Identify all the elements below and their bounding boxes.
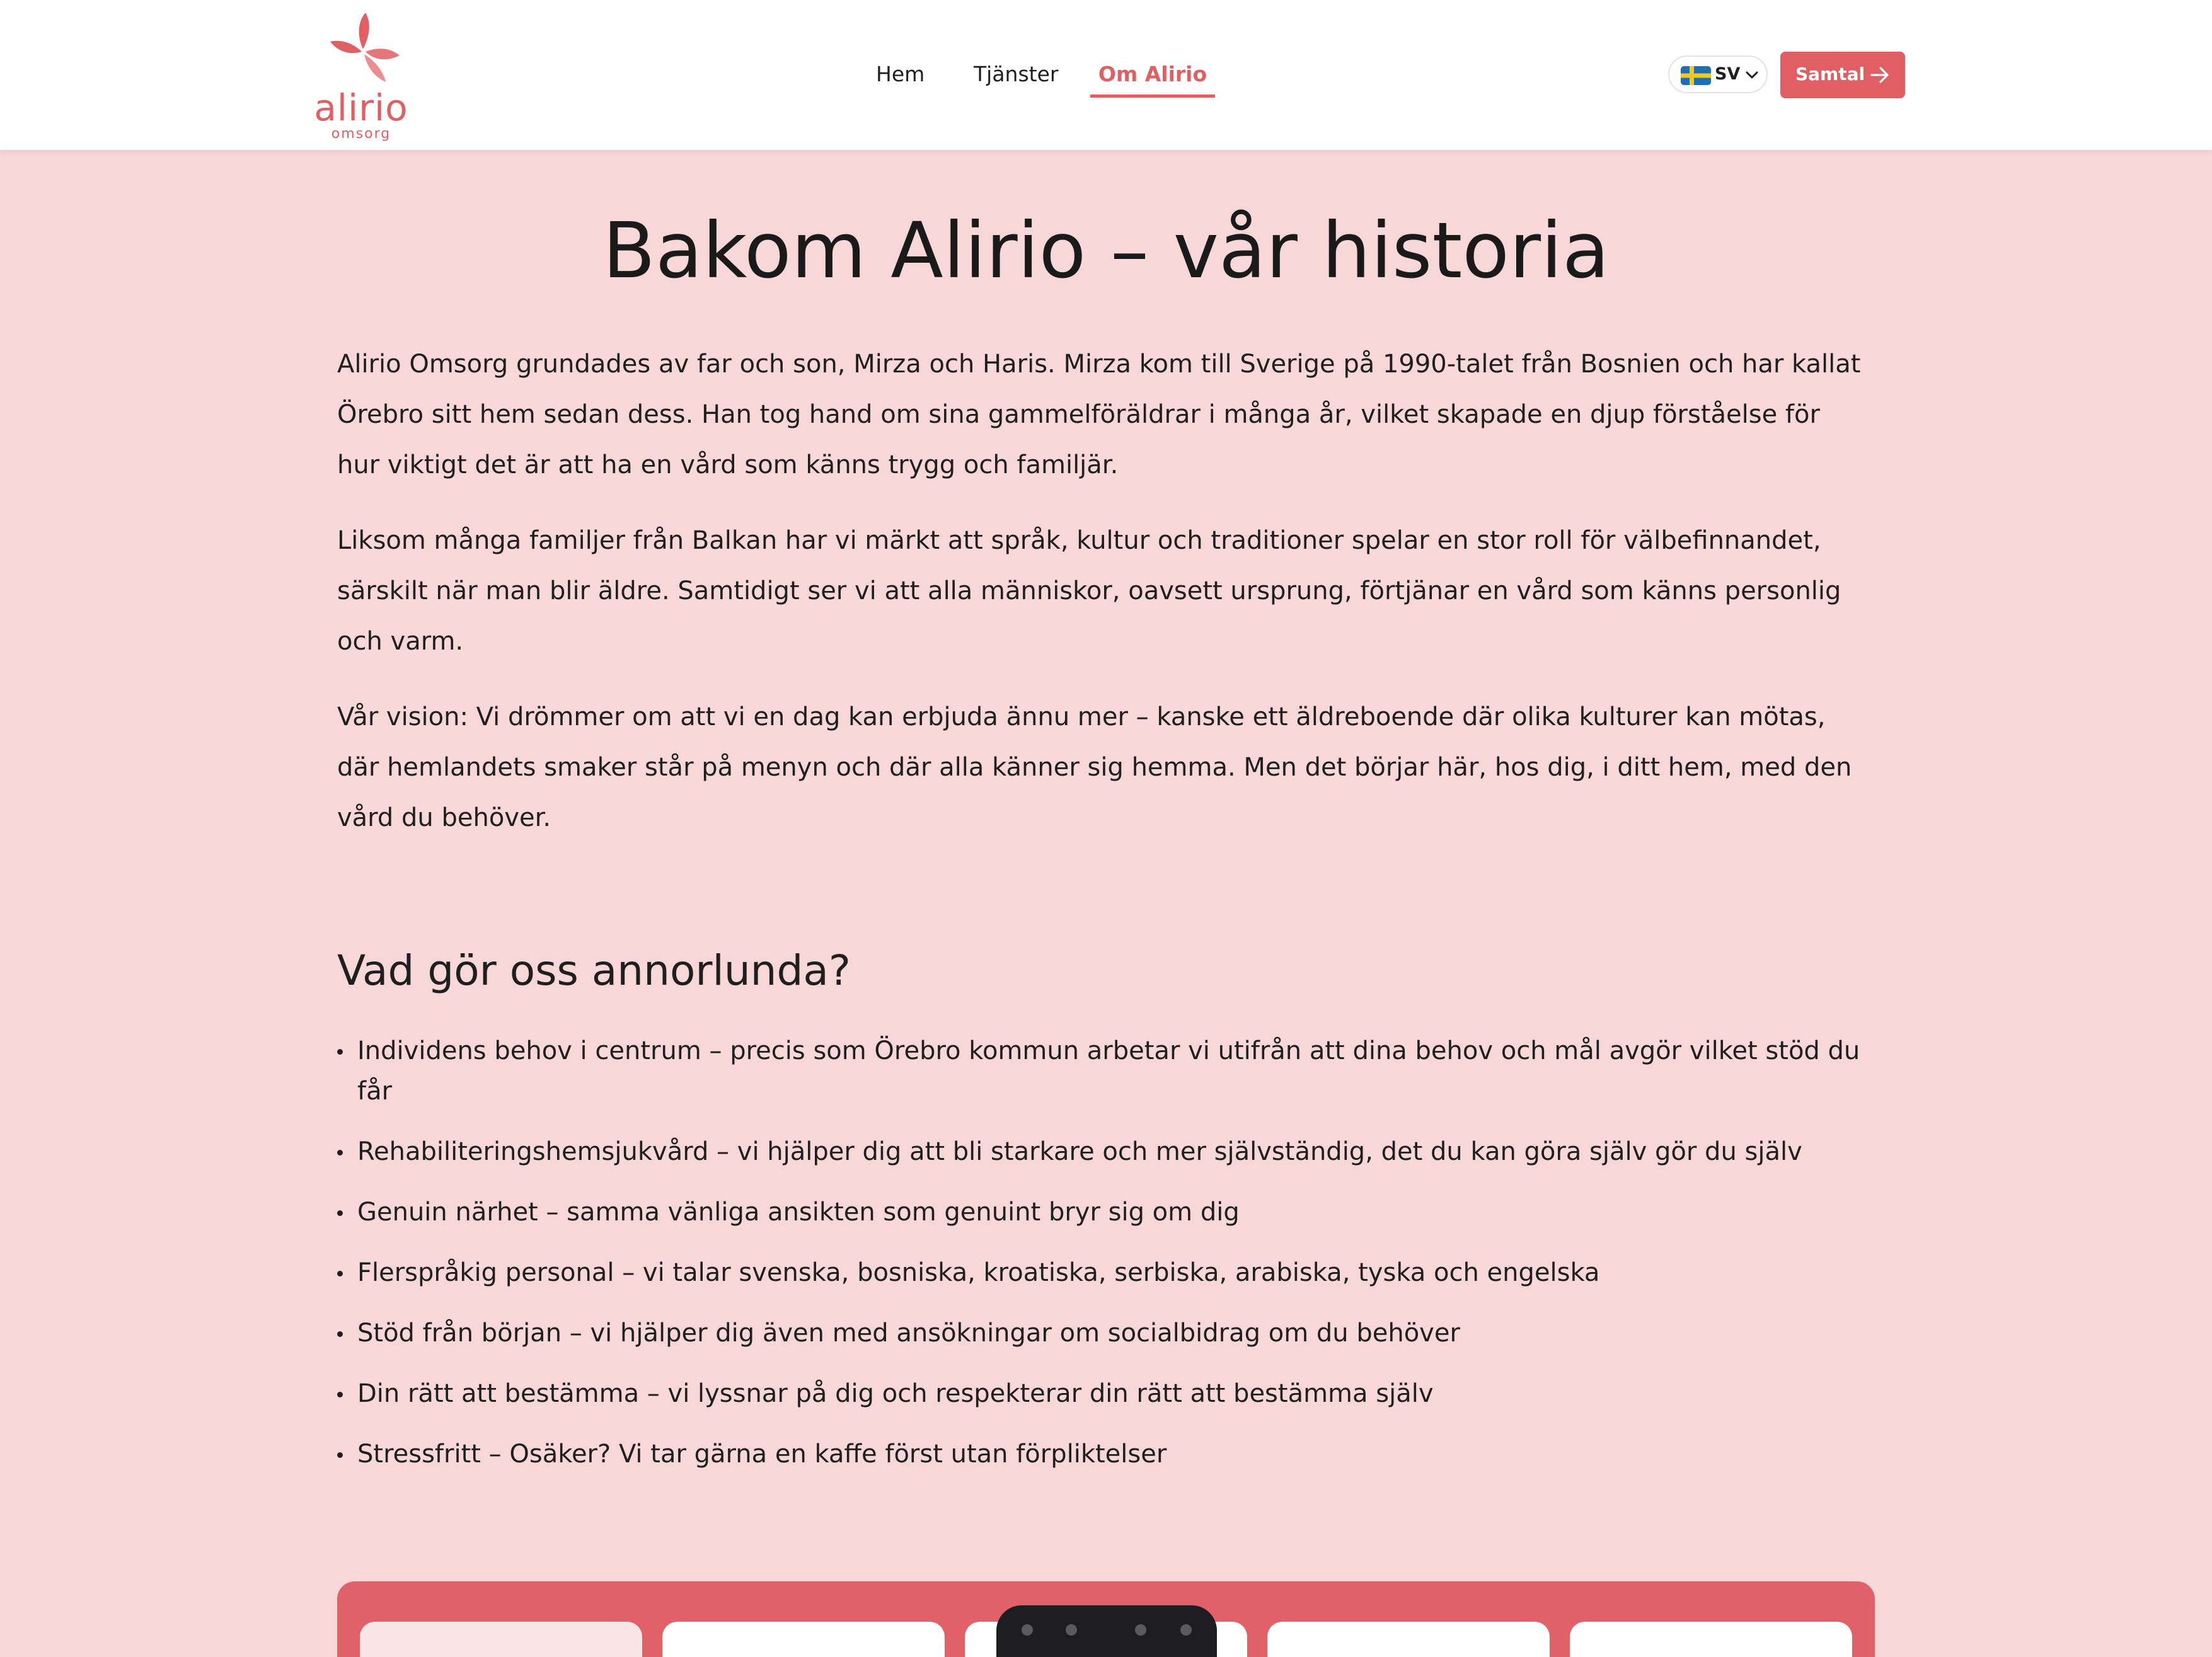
bullet-dot: [337, 1049, 343, 1055]
feature-text: Individens behov i centrum – precis som …: [357, 1036, 1860, 1106]
list-item: Stressfritt – Osäker? Vi tar gärna en ka…: [337, 1434, 1875, 1474]
language-selector[interactable]: SV: [1668, 55, 1768, 93]
story-paragraph-2: Liksom många familjer från Balkan har vi…: [337, 526, 1841, 656]
chevron-down-icon: [1746, 71, 1758, 79]
team-card-strip: [337, 1581, 1875, 1657]
feature-text: Din rätt att bestämma – vi lyssnar på di…: [357, 1379, 1434, 1408]
call-button-label: Samtal: [1795, 64, 1865, 84]
list-item: Din rätt att bestämma – vi lyssnar på di…: [337, 1373, 1875, 1414]
nav-item-om-alirio[interactable]: Om Alirio: [1090, 57, 1215, 98]
bullet-dot: [337, 1331, 343, 1337]
feature-text: Stöd från början – vi hjälper dig även m…: [357, 1319, 1460, 1348]
bullet-dot: [337, 1150, 343, 1155]
features-list: Individens behov i centrum – precis som …: [337, 1031, 1875, 1494]
vision-paragraph: Vår vision: Vi drömmer om att vi en dag …: [337, 702, 1852, 832]
nav-item-tjanster[interactable]: Tjänster: [974, 57, 1058, 95]
team-card[interactable]: [662, 1622, 945, 1657]
bullet-dot: [337, 1210, 343, 1216]
team-card[interactable]: [360, 1622, 642, 1657]
media-control-icon: [1066, 1624, 1077, 1636]
brand-logo[interactable]: alirio omsorg: [308, 8, 415, 146]
page-title: Bakom Alirio – vår historia: [602, 206, 1610, 295]
sweden-flag-icon: [1681, 66, 1711, 85]
team-card[interactable]: [1267, 1622, 1550, 1657]
media-control-icon: [1180, 1624, 1192, 1636]
call-button[interactable]: Samtal: [1780, 52, 1905, 98]
feature-text: Genuin närhet – samma vänliga ansikten s…: [357, 1198, 1240, 1227]
arrow-right-icon: [1870, 67, 1889, 83]
list-item: Flerspråkig personal – vi talar svenska,…: [337, 1253, 1875, 1293]
media-control-icon: [1022, 1624, 1033, 1636]
team-card[interactable]: [1570, 1622, 1852, 1657]
story-paragraph-1: Alirio Omsorg grundades av far och son, …: [337, 350, 1861, 479]
butterfly-logo-icon: [330, 13, 400, 82]
bullet-dot: [337, 1271, 343, 1276]
nav-item-hem[interactable]: Hem: [876, 57, 925, 95]
brand-tagline: omsorg: [331, 126, 391, 142]
site-header: alirio omsorg Hem Tjänster Om Alirio SV …: [0, 0, 2212, 150]
list-item: Rehabiliteringshemsjukvård – vi hjälper …: [337, 1132, 1875, 1172]
list-item: Stöd från början – vi hjälper dig även m…: [337, 1313, 1875, 1353]
media-thumbnail[interactable]: [996, 1605, 1217, 1657]
list-item: Genuin närhet – samma vänliga ansikten s…: [337, 1192, 1875, 1232]
brand-name: alirio: [314, 86, 408, 129]
section-title-difference: Vad gör oss annorlunda?: [337, 946, 851, 995]
feature-text: Rehabiliteringshemsjukvård – vi hjälper …: [357, 1137, 1802, 1166]
media-control-icon: [1135, 1624, 1146, 1636]
bullet-dot: [337, 1452, 343, 1458]
list-item: Individens behov i centrum – precis som …: [337, 1031, 1875, 1111]
language-code: SV: [1715, 64, 1741, 84]
feature-text: Flerspråkig personal – vi talar svenska,…: [357, 1258, 1600, 1287]
feature-text: Stressfritt – Osäker? Vi tar gärna en ka…: [357, 1440, 1167, 1469]
bullet-dot: [337, 1392, 343, 1397]
